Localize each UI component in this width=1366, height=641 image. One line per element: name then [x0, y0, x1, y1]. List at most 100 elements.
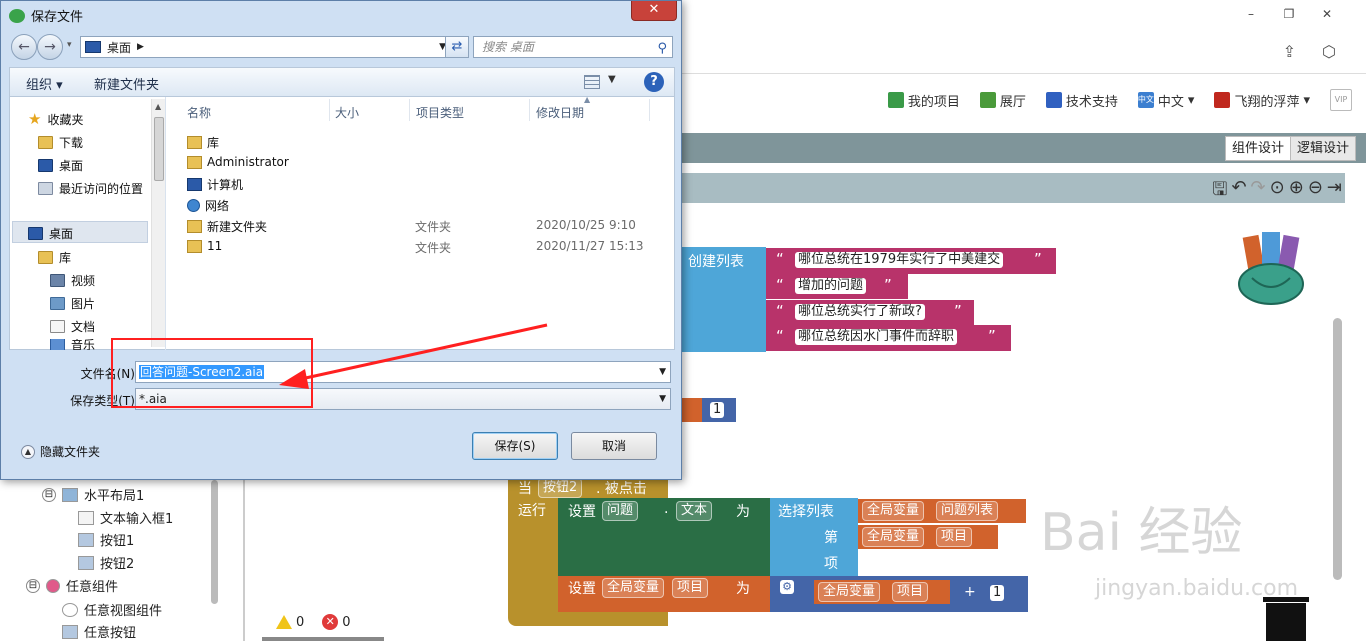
column-header-type[interactable]: 项目类型	[416, 104, 464, 121]
select-list-item-block[interactable]: 选择列表 第 项	[770, 498, 858, 576]
set-global-block[interactable]: 设置 全局变量 项目 为	[558, 576, 770, 612]
collapse-icon[interactable]: ⊟	[42, 487, 56, 502]
text-literal-3[interactable]: 哪位总统实行了新政?	[795, 304, 925, 320]
property-dropdown[interactable]: 文本	[676, 501, 713, 521]
collapse-icon[interactable]: ⊟	[26, 578, 40, 593]
file-row[interactable]: 计算机	[167, 173, 667, 193]
text-block-1[interactable]: “ 哪位总统在1979年实行了中美建交 ”	[766, 248, 1056, 274]
share-icon[interactable]: ⇪	[1283, 42, 1296, 61]
blocks-mode-button[interactable]: 逻辑设计	[1290, 136, 1357, 161]
design-mode-button[interactable]: 组件设计	[1225, 136, 1292, 161]
get-global-index[interactable]: 全局变量 项目	[858, 525, 998, 549]
nav-language[interactable]: 中文 中文 ▾	[1137, 91, 1194, 110]
nav-pane-scrollbar[interactable]: ▲	[151, 99, 165, 347]
chevron-down-icon[interactable]: ▼	[659, 362, 666, 382]
text-literal-1[interactable]: 哪位总统在1979年实行了中美建交	[795, 252, 1004, 268]
dialog-close-button[interactable]: ✕	[631, 1, 677, 21]
text-block-3[interactable]: “ 哪位总统实行了新政? ”	[766, 300, 974, 325]
text-literal-4[interactable]: 哪位总统因水门事件而辞职	[795, 329, 958, 345]
new-folder-button[interactable]: 新建文件夹	[94, 74, 159, 93]
tree-item-any-view[interactable]: 任意视图组件	[62, 600, 162, 619]
text-block-4[interactable]: “ 哪位总统因水门事件而辞职 ”	[766, 325, 1011, 351]
history-dropdown[interactable]: ▾	[67, 40, 72, 50]
minimize-button[interactable]: –	[1232, 4, 1270, 24]
var-name-dropdown[interactable]: 项目	[672, 578, 709, 598]
hide-folders-toggle[interactable]: ▲ 隐藏文件夹	[21, 443, 100, 460]
text-literal-2[interactable]: 增加的问题	[795, 278, 867, 294]
chevron-down-icon[interactable]: ▼	[608, 74, 616, 85]
cube-icon[interactable]: ⬡	[1322, 42, 1336, 61]
nav-item-documents[interactable]: 文档	[50, 318, 95, 335]
file-row[interactable]: 新建文件夹 文件夹 2020/10/25 9:10	[167, 215, 667, 235]
column-separator[interactable]	[529, 99, 530, 121]
number-literal[interactable]: 1	[710, 402, 725, 418]
tree-item-hlayout1[interactable]: ⊟ 水平布局1	[42, 485, 144, 504]
nav-vip[interactable]: VIP	[1330, 89, 1352, 111]
nav-item-libraries[interactable]: 库	[38, 249, 71, 266]
nav-gallery[interactable]: 展厅	[979, 91, 1026, 110]
tree-item-any-component[interactable]: ⊟ 任意组件	[26, 576, 118, 595]
nav-item-desktop[interactable]: 桌面	[38, 157, 83, 174]
scroll-thumb[interactable]	[154, 117, 164, 181]
errors-toggle[interactable]: ✕ 0	[322, 614, 351, 630]
cancel-button[interactable]: 取消	[571, 432, 657, 460]
nav-my-projects[interactable]: 我的项目	[887, 91, 960, 110]
warnings-toggle[interactable]: 0	[276, 614, 304, 630]
back-button[interactable]: ←	[11, 34, 37, 60]
tree-item-textbox1[interactable]: 文本输入框1	[78, 508, 173, 527]
column-separator[interactable]	[329, 99, 330, 121]
save-button[interactable]: 保存(S)	[472, 432, 558, 460]
search-input[interactable]: 搜索 桌面 ⚲	[473, 36, 673, 58]
column-header-size[interactable]: 大小	[335, 104, 359, 121]
address-bar[interactable]: 桌面 ▶ ▼	[80, 36, 450, 58]
scroll-up-icon[interactable]: ▲	[155, 102, 161, 111]
forward-button[interactable]: →	[37, 34, 63, 60]
get-global-index[interactable]: 全局变量 项目	[814, 580, 950, 604]
backpack-icon[interactable]	[1234, 226, 1308, 308]
close-button[interactable]: ✕	[1308, 4, 1346, 24]
trash-icon[interactable]	[1263, 597, 1309, 641]
chevron-down-icon[interactable]: ▼	[659, 389, 666, 409]
gear-icon[interactable]: ⚙	[780, 580, 794, 594]
add-block[interactable]: ⚙ 全局变量 项目 + 1	[770, 576, 1028, 612]
file-row[interactable]: Administrator	[167, 152, 667, 172]
var-name-dropdown[interactable]: 项目	[936, 527, 973, 547]
nav-item-pictures[interactable]: 图片	[50, 295, 95, 312]
text-block-2[interactable]: “ 增加的问题 ”	[766, 274, 908, 299]
set-property-block[interactable]: 设置 问题 . 文本 为	[558, 498, 770, 576]
nav-item-videos[interactable]: 视频	[50, 272, 95, 289]
column-header-date[interactable]: 修改日期	[536, 104, 584, 121]
help-icon[interactable]: ?	[644, 72, 664, 92]
nav-item-downloads[interactable]: 下载	[38, 134, 83, 151]
nav-item-favorites[interactable]: ★ 收藏夹	[28, 111, 83, 128]
file-row[interactable]: 库	[167, 131, 667, 151]
var-name-dropdown[interactable]: 项目	[892, 582, 929, 602]
get-global-question-list[interactable]: 全局变量 问题列表	[858, 499, 1026, 523]
tree-item-button1[interactable]: 按钮1	[78, 530, 134, 549]
column-header-name[interactable]: 名称	[187, 104, 211, 121]
tree-item-any-button[interactable]: 任意按钮	[62, 622, 136, 641]
nav-item-music[interactable]: 音乐	[50, 339, 95, 350]
file-row[interactable]: 11 文件夹 2020/11/27 15:13	[167, 236, 667, 256]
column-separator[interactable]	[409, 99, 410, 121]
tree-scrollbar[interactable]	[211, 480, 218, 604]
refresh-button[interactable]: ⇄	[445, 36, 469, 58]
search-icon[interactable]: ⚲	[657, 39, 667, 59]
component-dropdown[interactable]: 问题	[602, 501, 639, 521]
file-row[interactable]: 网络	[167, 194, 667, 214]
workspace-hscrollbar[interactable]	[262, 637, 384, 641]
create-list-block[interactable]: 创建列表	[680, 247, 766, 352]
nav-user[interactable]: 飞翔的浮萍 ▾	[1214, 91, 1310, 110]
nav-item-recent[interactable]: 最近访问的位置	[38, 180, 143, 197]
number-literal[interactable]: 1	[990, 585, 1005, 601]
restore-button[interactable]: ❐	[1270, 4, 1308, 24]
chevron-right-icon[interactable]: ▶	[137, 42, 144, 52]
var-name-dropdown[interactable]: 问题列表	[936, 501, 999, 521]
tree-item-button2[interactable]: 按钮2	[78, 553, 134, 572]
number-block[interactable]: 1	[702, 398, 736, 422]
nav-item-desktop-root[interactable]: 桌面	[28, 225, 73, 242]
organize-button[interactable]: 组织 ▾	[26, 74, 63, 93]
column-separator[interactable]	[649, 99, 650, 121]
event-component-dropdown[interactable]: 按钮2	[538, 478, 583, 498]
nav-support[interactable]: 技术支持	[1045, 91, 1118, 110]
